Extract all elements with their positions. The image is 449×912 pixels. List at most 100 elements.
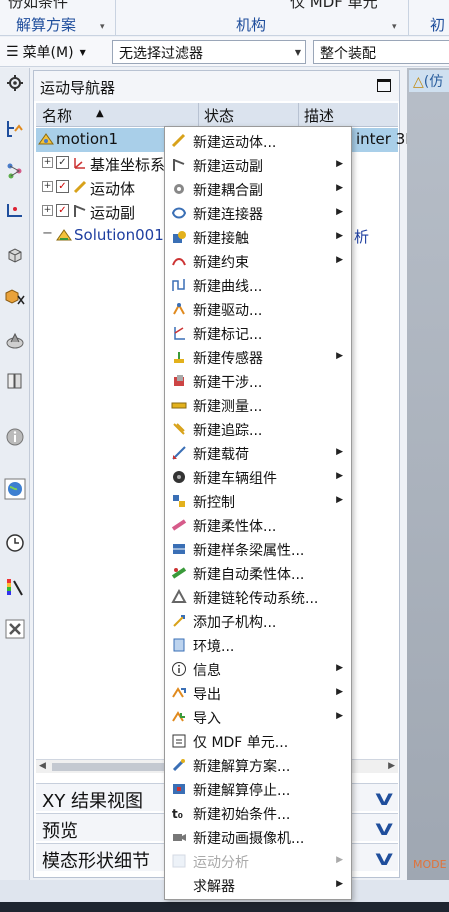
chevron-down-icon[interactable]: V [375,850,392,869]
context-menu-item-label: 新建解算方案... [193,759,291,775]
context-menu-item-label: 添加子机构... [193,615,277,631]
context-menu-item[interactable]: 新建干涉... [165,369,351,393]
visibility-checkbox[interactable]: ✓ [56,156,69,169]
context-menu-item[interactable]: t₀ 新建初始条件... [165,801,351,825]
context-menu-item[interactable]: 新建运动体... [165,129,351,153]
graphics-tab[interactable]: △(仿 [409,70,449,92]
context-menu-item[interactable]: 新建链轮传动系统... [165,585,351,609]
ribbon-group-expander-icon[interactable]: ▾ [100,22,105,32]
context-menu-item[interactable]: 信息 ▶ [165,657,351,681]
context-menu-item[interactable]: 新建解算停止... [165,777,351,801]
expand-icon[interactable]: + [42,157,53,168]
context-menu-item[interactable]: 新建车辆组件 ▶ [165,465,351,489]
column-description-header[interactable]: 描述 [304,105,334,126]
hd3d-tools-icon[interactable] [4,330,26,352]
type-filter-dropdown[interactable]: 无选择过滤器 ▼ [112,40,306,64]
gear-icon[interactable] [4,72,26,94]
ribbon-group-expander-icon[interactable]: ▾ [392,22,397,32]
motion-analysis-icon [172,854,186,868]
info-circle-icon[interactable] [4,426,26,448]
part-navigator-icon[interactable] [4,244,26,266]
context-menu-item[interactable]: 导入 ▶ [165,705,351,729]
driver-icon [173,302,185,315]
reuse-library-icon[interactable] [4,286,26,308]
graphics-window[interactable]: △(仿 MODE [407,68,449,880]
context-menu-item[interactable]: 新建约束 ▶ [165,249,351,273]
motion-navigator-icon[interactable] [4,118,26,140]
context-menu-item-label: 仅 MDF 单元... [193,735,289,751]
context-menu-item-label: 新建约束 [193,255,249,271]
web-browser-icon[interactable] [4,478,26,500]
context-menu-item[interactable]: 新控制 ▶ [165,489,351,513]
scroll-left-icon[interactable]: ◀ [39,761,46,771]
collapse-icon[interactable]: − [42,226,53,241]
assembly-navigator-icon[interactable] [4,160,26,182]
visibility-checkbox[interactable]: ✓ [56,204,69,217]
context-menu-item[interactable]: 新建标记... [165,321,351,345]
chevron-down-icon[interactable]: V [375,820,392,839]
context-menu-item[interactable]: 仅 MDF 单元... [165,729,351,753]
context-menu-item[interactable]: 新建柔性体... [165,513,351,537]
maximize-icon[interactable] [377,79,391,92]
mode-label: MODE [413,858,447,871]
constraint-navigator-icon[interactable] [4,200,26,222]
tree-row-label: 运动副 [90,204,136,222]
import-icon [172,711,185,722]
menu-label: 菜单(M) [22,45,74,61]
measure-icon [171,402,187,409]
expand-icon[interactable]: + [42,205,53,216]
datum-csys-icon [74,158,85,169]
connector-icon [171,207,187,219]
context-menu-item-label: 新建车辆组件 [193,471,277,487]
context-menu-item[interactable]: 添加子机构... [165,609,351,633]
palette-icon[interactable] [4,576,26,598]
context-menu-item[interactable]: 新建动画摄像机... [165,825,351,849]
context-menu-item-label: 新建运动体... [193,135,277,151]
context-menu-item[interactable]: 新建耦合副 ▶ [165,177,351,201]
context-menu-item[interactable]: 新建追踪... [165,417,351,441]
context-menu-item[interactable]: 求解器 ▶ [165,873,351,897]
context-menu-item[interactable]: 新建驱动... [165,297,351,321]
scroll-right-icon[interactable]: ▶ [388,761,395,771]
submenu-arrow-icon: ▶ [336,495,343,505]
context-menu-item[interactable]: 新建曲线... [165,273,351,297]
panel-title: 运动导航器 [34,71,399,101]
clock-icon[interactable] [4,532,26,554]
flexible-body-icon [171,519,187,531]
svg-text:t₀: t₀ [172,807,183,821]
context-menu-item[interactable]: 新建接触 ▶ [165,225,351,249]
ribbon-cut-right-label[interactable]: 仅 MDF 单元 [290,0,378,12]
context-menu-item[interactable]: 新建自动柔性体... [165,561,351,585]
visibility-checkbox[interactable]: ✓ [56,180,69,193]
sort-ascending-icon[interactable]: ▲ [96,108,104,119]
context-menu-item[interactable]: 环境... [165,633,351,657]
column-name-header[interactable]: 名称 [42,105,72,126]
submenu-arrow-icon: ▶ [336,351,343,361]
menu-button[interactable]: ☰ 菜单(M) ▼ [6,41,86,63]
selection-scope-dropdown[interactable]: 整个装配 [313,40,449,64]
context-menu-item[interactable]: 新建传感器 ▶ [165,345,351,369]
column-status-header[interactable]: 状态 [204,105,234,126]
interference-icon [174,375,184,386]
context-menu-item-label: 新建传感器 [193,351,263,367]
context-menu-item[interactable]: 导出 ▶ [165,681,351,705]
tools-icon[interactable] [4,618,26,640]
context-menu-item[interactable]: 新建解算方案... [165,753,351,777]
submenu-arrow-icon: ▶ [336,687,343,697]
submenu-arrow-icon: ▶ [336,663,343,673]
history-icon[interactable] [4,370,26,392]
ribbon-cut-left-label[interactable]: 份如条件 [8,0,68,12]
context-menu-item-label: 导出 [193,687,221,703]
expand-icon[interactable]: + [42,181,53,192]
chevron-down-icon[interactable]: V [375,790,392,809]
column-divider[interactable] [198,103,199,127]
context-menu-item[interactable]: 新建样条梁属性... [165,537,351,561]
column-divider[interactable] [298,103,299,127]
context-menu-item[interactable]: 新建运动副 ▶ [165,153,351,177]
context-menu-item-label: 新建链轮传动系统... [193,591,319,607]
tree-row-label: 基准坐标系 [90,156,166,174]
context-menu-item[interactable]: 新建连接器 ▶ [165,201,351,225]
context-menu-item[interactable]: 新建测量... [165,393,351,417]
submenu-arrow-icon: ▶ [336,207,343,217]
context-menu-item[interactable]: 新建载荷 ▶ [165,441,351,465]
